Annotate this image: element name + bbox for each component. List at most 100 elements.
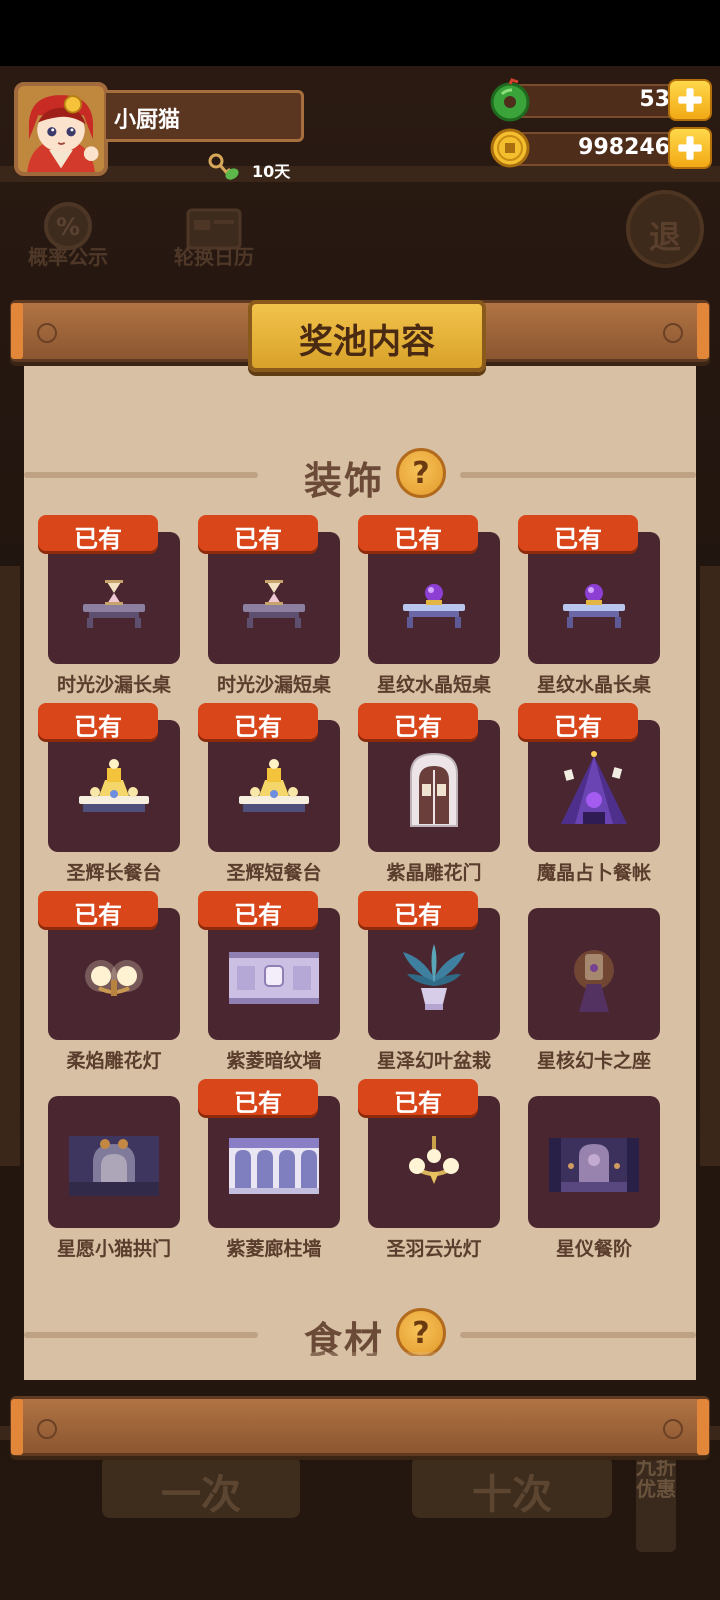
prize-item[interactable]: 已有星纹水晶短桌 [358,512,500,696]
prize-item[interactable]: 已有魔晶占卜餐帐 [518,700,660,884]
owned-label: 已有 [74,713,122,741]
prize-item[interactable]: 已有 星纹水晶长桌 [518,512,660,696]
prize-item[interactable]: 已有圣辉短餐台 [198,700,340,884]
decor-help-button[interactable]: ? [396,448,446,498]
divination-tent-icon [549,750,639,830]
section-decor-title: 装饰 [303,459,384,503]
calendar-label: 轮换日历 [174,245,254,269]
login-days: 10天 [252,162,291,181]
owned-label: 已有 [234,713,282,741]
card-seat-icon [549,938,639,1018]
chef-avatar-icon [18,86,104,172]
holy-buffet-icon [69,750,159,830]
item-name: 星愿小猫拱门 [56,1238,171,1260]
prize-item[interactable]: 已有圣羽云光灯 [358,1076,500,1260]
calendar-button[interactable]: 轮换日历 [166,200,262,270]
item-name: 柔焰雕花灯 [66,1050,162,1072]
item-name: 紫菱暗纹墙 [226,1050,322,1072]
cat-arch-icon [69,1126,159,1206]
prize-item[interactable]: 已有紫菱暗纹墙 [198,888,340,1072]
item-name: 时光沙漏长桌 [56,674,171,696]
draw-once-label: 一次 [161,1472,241,1518]
item-name: 星泽幻叶盆栽 [376,1050,491,1072]
prize-item[interactable]: 星核幻卡之座 [518,888,660,1072]
modal-bottom-frame [10,1396,710,1456]
owned-label: 已有 [394,525,442,553]
plus-icon [678,88,702,112]
owned-badge: 已有 [198,891,318,929]
wall-lamp-icon [69,938,159,1018]
item-name: 星纹水晶短桌 [376,674,491,696]
owned-badge: 已有 [198,703,318,741]
draw-ten-label: 十次 [472,1472,552,1518]
player-name-plate: 小厨猫 [106,90,304,142]
prize-item[interactable]: 已有星泽幻叶盆栽 [358,888,500,1072]
prize-item[interactable]: 已有时光沙漏长桌 [38,512,180,696]
owned-label: 已有 [394,713,442,741]
purple-wall-icon [229,938,319,1018]
add-jade-button[interactable] [668,79,712,121]
plus-icon [678,136,702,160]
item-name: 星核幻卡之座 [536,1050,651,1072]
prize-item[interactable]: 已有时光沙漏短桌 [198,512,340,696]
add-coin-button[interactable] [668,127,712,169]
section-decor-header: 装饰 ? [24,446,696,503]
player-avatar[interactable] [14,82,108,176]
owned-badge: 已有 [198,515,318,553]
item-name: 圣羽云光灯 [386,1238,482,1260]
owned-badge: 已有 [518,515,638,553]
jade-counter: 53 [488,78,714,122]
potted-plant-icon [389,938,479,1018]
owned-label: 已有 [74,525,122,553]
owned-badge: 已有 [38,515,158,553]
owned-label: 已有 [554,525,602,553]
dining-stage-icon [549,1126,639,1206]
prize-item[interactable]: 已有圣辉长餐台 [38,700,180,884]
leaf-key-icon [208,153,239,180]
owned-label: 已有 [234,1089,282,1117]
item-name: 魔晶占卜餐帐 [536,862,651,884]
item-name: 圣辉短餐台 [226,862,322,884]
probability-label: 概率公示 [28,245,108,269]
item-name: 星仪餐阶 [555,1238,632,1260]
discount-badge: 九折优惠 [636,1452,676,1552]
ingredients-help-button[interactable]: ? [396,1308,446,1356]
hourglass-table-icon [69,562,159,642]
jade-value: 53 [639,87,670,112]
prize-item[interactable]: 已有紫晶雕花门 [358,700,500,884]
coin-counter: 998246 [488,127,714,170]
exit-button[interactable]: 退 [626,190,704,268]
section-ingredients: 食材 ? [24,1300,696,1356]
carved-door-icon [389,750,479,830]
prize-item[interactable]: 星愿小猫拱门 [38,1076,180,1260]
coin-value: 998246 [578,135,670,160]
prize-item[interactable]: 已有柔焰雕花灯 [38,888,180,1072]
question-icon: ? [412,456,430,491]
owned-badge: 已有 [38,891,158,929]
coin-icon [490,128,530,168]
probability-button[interactable]: % 概率公示 [20,200,116,270]
colonnade-wall-icon [229,1126,319,1206]
item-name: 紫晶雕花门 [386,862,482,884]
prize-item[interactable]: 星仪餐阶 [518,1076,660,1260]
chandelier-icon [389,1126,479,1206]
owned-label: 已有 [554,713,602,741]
draw-ten-button[interactable]: 十次 [412,1456,612,1518]
owned-badge: 已有 [358,1079,478,1117]
crystal-table-icon [389,562,479,642]
section-ingredients-header: 食材 ? [24,1306,696,1356]
item-name: 时光沙漏短桌 [216,674,331,696]
owned-badge: 已有 [518,703,638,741]
draw-once-button[interactable]: 一次 [102,1456,300,1518]
svg-text:%: % [56,213,80,241]
modal-title: 奖池内容 [299,322,435,362]
owned-badge: 已有 [38,703,158,741]
owned-label: 已有 [234,525,282,553]
owned-label: 已有 [234,901,282,929]
item-name: 圣辉长餐台 [66,862,162,884]
owned-badge: 已有 [198,1079,318,1117]
prize-item[interactable]: 已有 紫菱廊柱墙 [198,1076,340,1260]
player-name: 小厨猫 [114,108,181,133]
modal-title-plate: 奖池内容 [248,300,486,372]
owned-label: 已有 [394,901,442,929]
